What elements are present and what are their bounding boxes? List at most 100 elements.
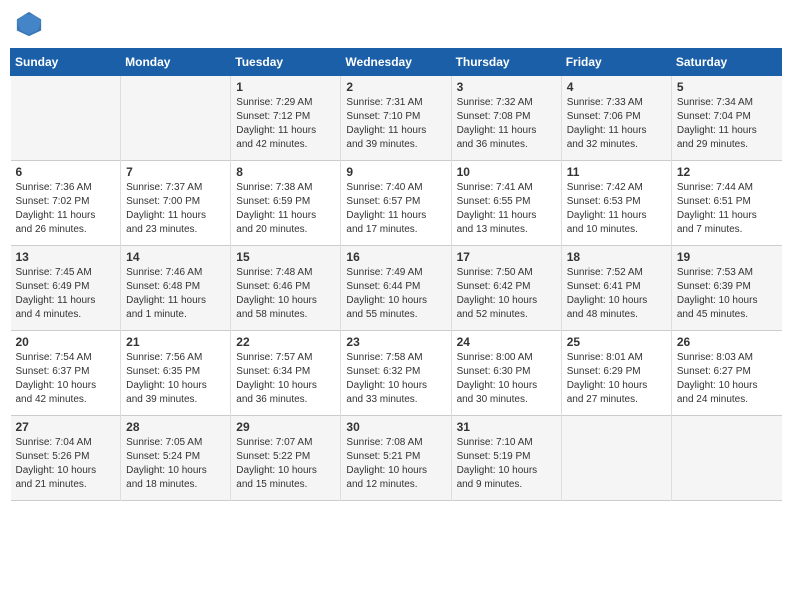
calendar-week-4: 27 Sunrise: 7:04 AM Sunset: 5:26 PM Dayli… (11, 416, 782, 501)
day-number: 21 (126, 335, 225, 349)
day-info: Sunrise: 7:45 AM Sunset: 6:49 PM Dayligh… (16, 266, 116, 322)
calendar-week-2: 13Sunrise: 7:45 AM Sunset: 6:49 PM Dayli… (11, 246, 782, 331)
day-number: 19 (677, 250, 777, 264)
calendar-cell: 7 Sunrise: 7:37 AM Sunset: 7:00 PM Daylig… (121, 161, 231, 246)
day-info: Sunrise: 7:58 AM Sunset: 6:32 PM Dayligh… (346, 351, 445, 407)
day-info: Sunrise: 7:10 AM Sunset: 5:19 PM Dayligh… (457, 436, 556, 492)
day-number: 10 (457, 165, 556, 179)
day-number: 6 (16, 165, 116, 179)
day-info: Sunrise: 7:57 AM Sunset: 6:34 PM Dayligh… (236, 351, 335, 407)
day-number: 29 (236, 420, 335, 434)
calendar-cell: 10 Sunrise: 7:41 AM Sunset: 6:55 PM Dayli… (451, 161, 561, 246)
day-header-tuesday: Tuesday (231, 49, 341, 76)
day-header-thursday: Thursday (451, 49, 561, 76)
day-number: 3 (457, 80, 556, 94)
calendar-cell: 12 Sunrise: 7:44 AM Sunset: 6:51 PM Dayli… (671, 161, 781, 246)
day-info: Sunrise: 7:32 AM Sunset: 7:08 PM Dayligh… (457, 96, 556, 152)
calendar-cell: 3 Sunrise: 7:32 AM Sunset: 7:08 PM Daylig… (451, 76, 561, 161)
day-info: Sunrise: 7:36 AM Sunset: 7:02 PM Dayligh… (16, 181, 116, 237)
day-info: Sunrise: 7:54 AM Sunset: 6:37 PM Dayligh… (16, 351, 116, 407)
day-header-wednesday: Wednesday (341, 49, 451, 76)
logo (15, 10, 45, 38)
day-info: Sunrise: 7:48 AM Sunset: 6:46 PM Dayligh… (236, 266, 335, 322)
day-number: 17 (457, 250, 556, 264)
day-info: Sunrise: 7:49 AM Sunset: 6:44 PM Dayligh… (346, 266, 445, 322)
calendar-cell: 18Sunrise: 7:52 AM Sunset: 6:41 PM Dayli… (561, 246, 671, 331)
day-number: 23 (346, 335, 445, 349)
calendar-cell: 8Sunrise: 7:38 AM Sunset: 6:59 PM Daylig… (231, 161, 341, 246)
calendar-cell: 25 Sunrise: 8:01 AM Sunset: 6:29 PM Dayli… (561, 331, 671, 416)
calendar-cell: 31Sunrise: 7:10 AM Sunset: 5:19 PM Dayli… (451, 416, 561, 501)
day-number: 28 (126, 420, 225, 434)
day-info: Sunrise: 7:31 AM Sunset: 7:10 PM Dayligh… (346, 96, 445, 152)
day-number: 16 (346, 250, 445, 264)
day-number: 11 (567, 165, 666, 179)
day-number: 4 (567, 80, 666, 94)
day-info: Sunrise: 7:42 AM Sunset: 6:53 PM Dayligh… (567, 181, 666, 237)
day-number: 25 (567, 335, 666, 349)
day-number: 27 (16, 420, 116, 434)
day-info: Sunrise: 7:34 AM Sunset: 7:04 PM Dayligh… (677, 96, 777, 152)
calendar-cell: 5 Sunrise: 7:34 AM Sunset: 7:04 PM Daylig… (671, 76, 781, 161)
calendar-cell: 17 Sunrise: 7:50 AM Sunset: 6:42 PM Dayli… (451, 246, 561, 331)
day-number: 12 (677, 165, 777, 179)
day-number: 14 (126, 250, 225, 264)
day-info: Sunrise: 7:37 AM Sunset: 7:00 PM Dayligh… (126, 181, 225, 237)
day-info: Sunrise: 7:50 AM Sunset: 6:42 PM Dayligh… (457, 266, 556, 322)
day-info: Sunrise: 7:07 AM Sunset: 5:22 PM Dayligh… (236, 436, 335, 492)
calendar-week-3: 20 Sunrise: 7:54 AM Sunset: 6:37 PM Dayli… (11, 331, 782, 416)
calendar-table: SundayMondayTuesdayWednesdayThursdayFrid… (10, 48, 782, 501)
calendar-cell: 28 Sunrise: 7:05 AM Sunset: 5:24 PM Dayli… (121, 416, 231, 501)
day-number: 30 (346, 420, 445, 434)
calendar-cell: 2 Sunrise: 7:31 AM Sunset: 7:10 PM Daylig… (341, 76, 451, 161)
day-info: Sunrise: 7:38 AM Sunset: 6:59 PM Dayligh… (236, 181, 335, 237)
day-info: Sunrise: 7:52 AM Sunset: 6:41 PM Dayligh… (567, 266, 666, 322)
day-info: Sunrise: 7:05 AM Sunset: 5:24 PM Dayligh… (126, 436, 225, 492)
calendar-cell: 24 Sunrise: 8:00 AM Sunset: 6:30 PM Dayli… (451, 331, 561, 416)
day-info: Sunrise: 7:33 AM Sunset: 7:06 PM Dayligh… (567, 96, 666, 152)
calendar-cell: 9Sunrise: 7:40 AM Sunset: 6:57 PM Daylig… (341, 161, 451, 246)
calendar-week-1: 6 Sunrise: 7:36 AM Sunset: 7:02 PM Daylig… (11, 161, 782, 246)
calendar-cell: 14 Sunrise: 7:46 AM Sunset: 6:48 PM Dayli… (121, 246, 231, 331)
day-info: Sunrise: 7:04 AM Sunset: 5:26 PM Dayligh… (16, 436, 116, 492)
day-info: Sunrise: 7:29 AM Sunset: 7:12 PM Dayligh… (236, 96, 335, 152)
calendar-cell: 15Sunrise: 7:48 AM Sunset: 6:46 PM Dayli… (231, 246, 341, 331)
calendar-cell (561, 416, 671, 501)
calendar-week-0: 1Sunrise: 7:29 AM Sunset: 7:12 PM Daylig… (11, 76, 782, 161)
calendar-cell: 6 Sunrise: 7:36 AM Sunset: 7:02 PM Daylig… (11, 161, 121, 246)
day-number: 5 (677, 80, 777, 94)
day-info: Sunrise: 8:00 AM Sunset: 6:30 PM Dayligh… (457, 351, 556, 407)
calendar-cell: 4 Sunrise: 7:33 AM Sunset: 7:06 PM Daylig… (561, 76, 671, 161)
day-number: 7 (126, 165, 225, 179)
calendar-cell: 27 Sunrise: 7:04 AM Sunset: 5:26 PM Dayli… (11, 416, 121, 501)
calendar-cell: 16 Sunrise: 7:49 AM Sunset: 6:44 PM Dayli… (341, 246, 451, 331)
day-number: 2 (346, 80, 445, 94)
day-info: Sunrise: 7:44 AM Sunset: 6:51 PM Dayligh… (677, 181, 777, 237)
calendar-cell: 11 Sunrise: 7:42 AM Sunset: 6:53 PM Dayli… (561, 161, 671, 246)
day-number: 26 (677, 335, 777, 349)
day-number: 24 (457, 335, 556, 349)
calendar-cell: 30Sunrise: 7:08 AM Sunset: 5:21 PM Dayli… (341, 416, 451, 501)
calendar-cell: 1Sunrise: 7:29 AM Sunset: 7:12 PM Daylig… (231, 76, 341, 161)
day-header-saturday: Saturday (671, 49, 781, 76)
calendar-cell (671, 416, 781, 501)
calendar-cell: 19 Sunrise: 7:53 AM Sunset: 6:39 PM Dayli… (671, 246, 781, 331)
calendar-cell: 26 Sunrise: 8:03 AM Sunset: 6:27 PM Dayli… (671, 331, 781, 416)
day-info: Sunrise: 8:01 AM Sunset: 6:29 PM Dayligh… (567, 351, 666, 407)
calendar-cell (121, 76, 231, 161)
calendar-cell: 20 Sunrise: 7:54 AM Sunset: 6:37 PM Dayli… (11, 331, 121, 416)
day-number: 20 (16, 335, 116, 349)
calendar-cell: 23 Sunrise: 7:58 AM Sunset: 6:32 PM Dayli… (341, 331, 451, 416)
logo-icon (15, 10, 43, 38)
calendar-cell: 29 Sunrise: 7:07 AM Sunset: 5:22 PM Dayli… (231, 416, 341, 501)
day-number: 9 (346, 165, 445, 179)
day-info: Sunrise: 7:46 AM Sunset: 6:48 PM Dayligh… (126, 266, 225, 322)
calendar-cell: 13Sunrise: 7:45 AM Sunset: 6:49 PM Dayli… (11, 246, 121, 331)
day-header-friday: Friday (561, 49, 671, 76)
page-header (10, 10, 782, 38)
day-header-sunday: Sunday (11, 49, 121, 76)
calendar-cell: 22Sunrise: 7:57 AM Sunset: 6:34 PM Dayli… (231, 331, 341, 416)
day-info: Sunrise: 8:03 AM Sunset: 6:27 PM Dayligh… (677, 351, 777, 407)
day-info: Sunrise: 7:53 AM Sunset: 6:39 PM Dayligh… (677, 266, 777, 322)
day-info: Sunrise: 7:41 AM Sunset: 6:55 PM Dayligh… (457, 181, 556, 237)
